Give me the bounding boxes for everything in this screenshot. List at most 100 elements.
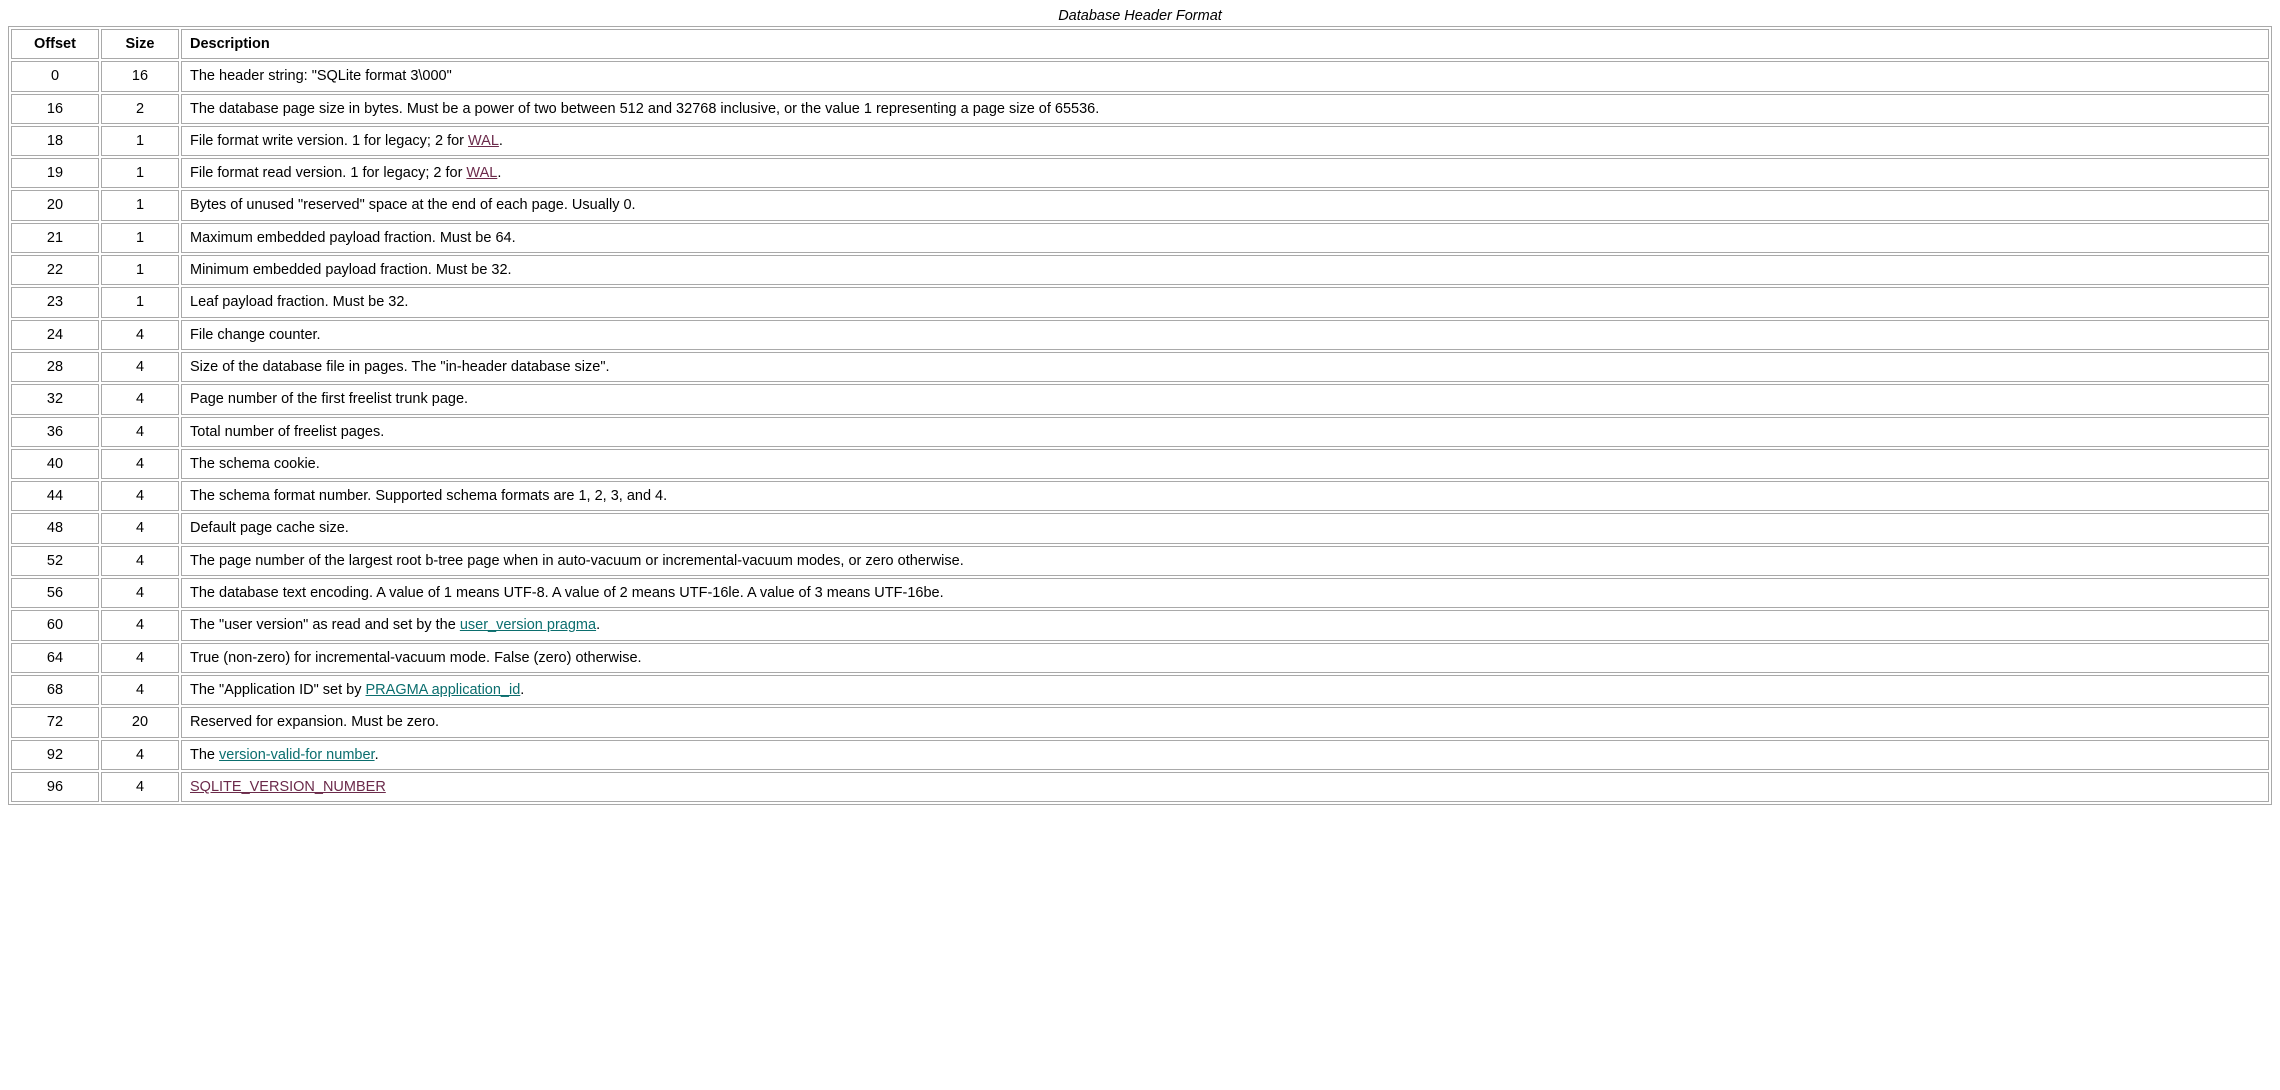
cell-size: 4 xyxy=(101,320,179,350)
table-body: 016The header string: "SQLite format 3\0… xyxy=(11,61,2269,802)
cell-offset: 28 xyxy=(11,352,99,382)
cell-offset: 40 xyxy=(11,449,99,479)
table-row: 644True (non-zero) for incremental-vacuu… xyxy=(11,643,2269,673)
cell-offset: 60 xyxy=(11,610,99,640)
cell-description: File change counter. xyxy=(181,320,2269,350)
table-row: 016The header string: "SQLite format 3\0… xyxy=(11,61,2269,91)
cell-size: 4 xyxy=(101,481,179,511)
table-row: 201Bytes of unused "reserved" space at t… xyxy=(11,190,2269,220)
table-row: 484Default page cache size. xyxy=(11,513,2269,543)
table-header-row: Offset Size Description xyxy=(11,29,2269,59)
cell-offset: 0 xyxy=(11,61,99,91)
table-row: 404The schema cookie. xyxy=(11,449,2269,479)
cell-size: 1 xyxy=(101,158,179,188)
cell-offset: 44 xyxy=(11,481,99,511)
cell-size: 4 xyxy=(101,449,179,479)
cell-description: The header string: "SQLite format 3\000" xyxy=(181,61,2269,91)
table-row: 211Maximum embedded payload fraction. Mu… xyxy=(11,223,2269,253)
col-header-description: Description xyxy=(181,29,2269,59)
cell-size: 1 xyxy=(101,255,179,285)
cell-offset: 64 xyxy=(11,643,99,673)
link[interactable]: WAL xyxy=(466,165,497,181)
cell-description: Leaf payload fraction. Must be 32. xyxy=(181,287,2269,317)
table-row: 221Minimum embedded payload fraction. Mu… xyxy=(11,255,2269,285)
cell-size: 1 xyxy=(101,190,179,220)
table-row: 324Page number of the first freelist tru… xyxy=(11,384,2269,414)
cell-size: 4 xyxy=(101,384,179,414)
link[interactable]: WAL xyxy=(468,133,499,149)
cell-size: 20 xyxy=(101,707,179,737)
cell-offset: 52 xyxy=(11,546,99,576)
cell-description: Minimum embedded payload fraction. Must … xyxy=(181,255,2269,285)
table-row: 364Total number of freelist pages. xyxy=(11,417,2269,447)
cell-description: SQLITE_VERSION_NUMBER xyxy=(181,772,2269,802)
cell-description: The "user version" as read and set by th… xyxy=(181,610,2269,640)
cell-offset: 32 xyxy=(11,384,99,414)
cell-offset: 18 xyxy=(11,126,99,156)
cell-offset: 23 xyxy=(11,287,99,317)
table-caption: Database Header Format xyxy=(8,8,2272,24)
cell-description: The database text encoding. A value of 1… xyxy=(181,578,2269,608)
database-header-table: Offset Size Description 016The header st… xyxy=(8,26,2272,805)
cell-offset: 36 xyxy=(11,417,99,447)
cell-size: 4 xyxy=(101,643,179,673)
table-row: 191File format read version. 1 for legac… xyxy=(11,158,2269,188)
cell-description: File format read version. 1 for legacy; … xyxy=(181,158,2269,188)
table-row: 231Leaf payload fraction. Must be 32. xyxy=(11,287,2269,317)
cell-size: 2 xyxy=(101,94,179,124)
col-header-offset: Offset xyxy=(11,29,99,59)
cell-description: Default page cache size. xyxy=(181,513,2269,543)
cell-size: 4 xyxy=(101,513,179,543)
cell-description: Maximum embedded payload fraction. Must … xyxy=(181,223,2269,253)
link[interactable]: SQLITE_VERSION_NUMBER xyxy=(190,779,386,795)
cell-description: The page number of the largest root b-tr… xyxy=(181,546,2269,576)
link[interactable]: user_version pragma xyxy=(460,617,596,633)
cell-size: 4 xyxy=(101,352,179,382)
table-row: 444The schema format number. Supported s… xyxy=(11,481,2269,511)
table-row: 604The "user version" as read and set by… xyxy=(11,610,2269,640)
cell-size: 4 xyxy=(101,546,179,576)
cell-size: 4 xyxy=(101,578,179,608)
cell-offset: 48 xyxy=(11,513,99,543)
cell-size: 16 xyxy=(101,61,179,91)
cell-description: True (non-zero) for incremental-vacuum m… xyxy=(181,643,2269,673)
cell-offset: 56 xyxy=(11,578,99,608)
cell-size: 4 xyxy=(101,740,179,770)
cell-description: The schema format number. Supported sche… xyxy=(181,481,2269,511)
table-row: 284Size of the database file in pages. T… xyxy=(11,352,2269,382)
cell-description: Page number of the first freelist trunk … xyxy=(181,384,2269,414)
link[interactable]: PRAGMA application_id xyxy=(366,682,521,698)
cell-size: 4 xyxy=(101,675,179,705)
table-row: 181File format write version. 1 for lega… xyxy=(11,126,2269,156)
cell-offset: 24 xyxy=(11,320,99,350)
cell-offset: 21 xyxy=(11,223,99,253)
cell-description: The database page size in bytes. Must be… xyxy=(181,94,2269,124)
cell-size: 4 xyxy=(101,772,179,802)
link[interactable]: version-valid-for number xyxy=(219,747,375,763)
table-row: 964SQLITE_VERSION_NUMBER xyxy=(11,772,2269,802)
table-row: 7220Reserved for expansion. Must be zero… xyxy=(11,707,2269,737)
cell-description: The schema cookie. xyxy=(181,449,2269,479)
cell-size: 1 xyxy=(101,126,179,156)
cell-description: File format write version. 1 for legacy;… xyxy=(181,126,2269,156)
table-row: 524The page number of the largest root b… xyxy=(11,546,2269,576)
cell-description: Total number of freelist pages. xyxy=(181,417,2269,447)
cell-size: 1 xyxy=(101,223,179,253)
table-row: 924The version-valid-for number. xyxy=(11,740,2269,770)
table-row: 684The "Application ID" set by PRAGMA ap… xyxy=(11,675,2269,705)
cell-description: Bytes of unused "reserved" space at the … xyxy=(181,190,2269,220)
cell-size: 4 xyxy=(101,610,179,640)
cell-description: Size of the database file in pages. The … xyxy=(181,352,2269,382)
cell-offset: 72 xyxy=(11,707,99,737)
table-row: 244File change counter. xyxy=(11,320,2269,350)
cell-offset: 92 xyxy=(11,740,99,770)
col-header-size: Size xyxy=(101,29,179,59)
cell-offset: 20 xyxy=(11,190,99,220)
cell-offset: 22 xyxy=(11,255,99,285)
cell-offset: 16 xyxy=(11,94,99,124)
table-row: 162The database page size in bytes. Must… xyxy=(11,94,2269,124)
cell-size: 1 xyxy=(101,287,179,317)
cell-description: Reserved for expansion. Must be zero. xyxy=(181,707,2269,737)
cell-description: The "Application ID" set by PRAGMA appli… xyxy=(181,675,2269,705)
cell-offset: 68 xyxy=(11,675,99,705)
